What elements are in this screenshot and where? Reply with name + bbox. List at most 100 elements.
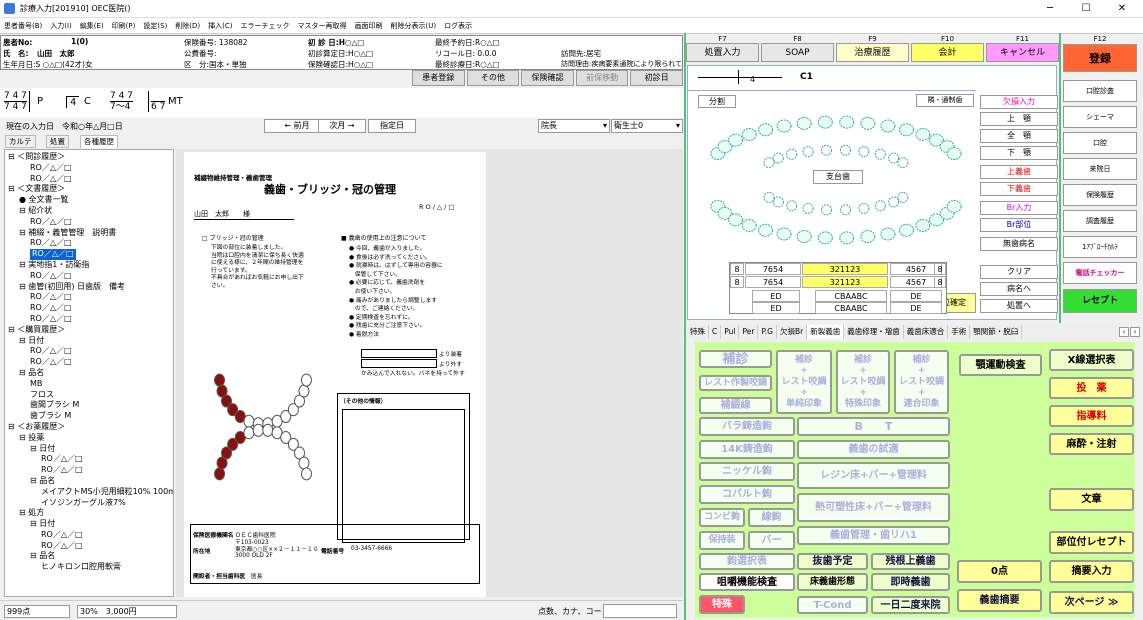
menu-log[interactable]: ログ表示 — [444, 21, 472, 31]
tooth-grid-cell[interactable]: 8 — [934, 276, 946, 288]
tree-node[interactable]: RO／△／□ — [8, 249, 170, 260]
special-button[interactable]: 特殊 — [699, 595, 745, 614]
tree-node[interactable]: ● 全文書一覧 — [8, 195, 170, 206]
f12-register-button[interactable]: 登録 — [1063, 44, 1137, 72]
rest-create-button[interactable]: レスト作製咬調 — [699, 375, 772, 391]
primary-tooth-marker[interactable] — [874, 200, 886, 212]
menu-settings[interactable]: 設定(S) — [143, 21, 167, 31]
tooth-grid-cell[interactable]: 7654 — [745, 263, 801, 275]
extraction-plan-button[interactable]: 抜歯予定 — [797, 553, 868, 570]
k14-clasp-button[interactable]: 14K鋳造鉤 — [699, 440, 795, 459]
dental-side-button[interactable]: 全 顎 — [980, 129, 1058, 143]
dental-side-button[interactable]: Br入力 — [980, 201, 1058, 215]
maximize-icon[interactable]: ☐ — [1068, 0, 1104, 18]
denture-summary-button[interactable]: 義歯摘要 — [957, 589, 1042, 612]
tab-karte[interactable]: カルテ — [5, 135, 36, 148]
primary-tooth-marker[interactable] — [820, 144, 832, 156]
tooth-marker[interactable] — [741, 127, 757, 141]
menu-print[interactable]: 印刷(P) — [112, 21, 136, 31]
tooth-marker[interactable] — [776, 119, 792, 133]
menu-screen-print[interactable]: 画面印刷 — [355, 21, 383, 31]
immediate-denture-button[interactable]: 即時義歯 — [871, 573, 950, 591]
xray-table-button[interactable]: X線選択表 — [1049, 349, 1134, 371]
primary-tooth-marker[interactable] — [888, 152, 900, 164]
tree-node[interactable]: ⊟ ＜文書履歴＞ — [8, 184, 170, 195]
insurance-history-button[interactable]: 保険履歴 — [1063, 184, 1137, 206]
cobalt-clasp-button[interactable]: コバルト鉤 — [699, 485, 795, 504]
dental-side-button[interactable]: Br部位 — [980, 218, 1058, 232]
tree-node[interactable]: メイアクトMS小児用細粒10% 100m — [8, 487, 173, 498]
next-page-button[interactable]: 次ページ ≫ — [1049, 591, 1134, 614]
part-receipt-button[interactable]: 部位付レセプト — [1049, 531, 1134, 554]
tab-scroll-left-icon[interactable]: ‹ — [1119, 327, 1129, 337]
pillar-tooth-button[interactable]: 支台歯 — [813, 170, 863, 184]
menu-patient[interactable]: 患者番号(B) — [4, 21, 42, 31]
tree-node[interactable]: RO／△／□ — [8, 346, 170, 357]
tooth-grid-cell[interactable]: 8 — [730, 276, 744, 288]
rest-special-button[interactable]: 補診 + レスト咬調 + 特殊印象 — [836, 350, 890, 414]
primary-tooth-marker[interactable] — [763, 157, 775, 169]
search-input[interactable] — [603, 604, 677, 618]
oral-button[interactable]: 口腔 — [1063, 132, 1137, 154]
primary-tooth-marker[interactable] — [840, 144, 852, 156]
approach-karte-button[interactable]: 1ｱﾌﾞﾛｰﾁｶﾙﾃ — [1063, 236, 1137, 258]
tooth-marker[interactable] — [796, 230, 812, 244]
tree-node[interactable]: ⊟ 実地指1・訪衛指 — [8, 260, 170, 271]
primary-tooth-marker[interactable] — [858, 202, 870, 214]
tree-node[interactable]: ⊟ 処方 — [8, 508, 170, 519]
tooth-marker[interactable] — [758, 123, 774, 137]
primary-tooth-marker[interactable] — [840, 204, 852, 216]
tooth-marker[interactable] — [796, 116, 812, 130]
tree-node[interactable]: RO／△／□ — [8, 217, 170, 228]
visit-date-button[interactable]: 来院日 — [1063, 158, 1137, 180]
residual-root-denture-button[interactable]: 残根上義歯 — [871, 553, 950, 570]
tree-node[interactable]: フロス — [8, 390, 170, 401]
tooth-grid-cell[interactable]: 321123 — [802, 263, 888, 275]
tooth-marker[interactable] — [915, 127, 931, 141]
bt-button[interactable]: B T — [797, 417, 950, 436]
other-button[interactable]: その他 — [466, 70, 520, 86]
rest-simple-button[interactable]: 補診 + レスト咬調 + 単純印象 — [776, 350, 832, 414]
primary-tooth-marker[interactable] — [763, 191, 775, 203]
tooth-grid-cell[interactable]: 321123 — [802, 276, 888, 288]
treatment-tab[interactable]: Per — [739, 325, 759, 339]
primary-tooth-marker[interactable] — [888, 196, 900, 208]
bar2-button[interactable]: バー — [748, 531, 795, 550]
tree-node[interactable]: RO／△／□ — [8, 238, 170, 249]
menu-show-deleted[interactable]: 削除分表示(U) — [391, 21, 437, 31]
primary-tooth-marker[interactable] — [802, 146, 814, 158]
dental-side-button[interactable]: 下 顎 — [980, 146, 1058, 160]
dental-side-button[interactable]: 処置へ — [980, 299, 1058, 313]
tooth-marker[interactable] — [880, 119, 896, 133]
tree-node[interactable]: RO／△／□ — [8, 314, 170, 325]
tooth-marker[interactable] — [946, 199, 962, 213]
nickel-clasp-button[interactable]: ニッケル鉤 — [699, 462, 795, 481]
tooth-grid-cell[interactable]: DE — [890, 290, 942, 302]
primary-tooth-marker[interactable] — [820, 204, 832, 216]
combi-clasp-button[interactable]: コンビ鉤 — [699, 508, 745, 527]
jaw-movement-test-button[interactable]: 顎運動検査 — [959, 354, 1042, 376]
tree-node[interactable]: ⊟ 紹介状 — [8, 206, 170, 217]
treatment-tab[interactable]: 義歯修理・増歯 — [844, 325, 904, 339]
tooth-marker[interactable] — [898, 223, 914, 237]
tree-node[interactable]: ⊟ 品名 — [8, 551, 170, 562]
close-icon[interactable]: ✕ — [1104, 0, 1140, 18]
tree-node[interactable]: RO／△／□ — [8, 292, 170, 303]
tooth-grid-cell[interactable]: ED — [752, 302, 800, 314]
treatment-tab[interactable]: 欠損Br — [777, 325, 808, 339]
tree-node[interactable]: RO／△／□ — [8, 465, 170, 476]
tooth-grid-cell[interactable]: DE — [890, 302, 942, 314]
next-month-button[interactable]: 次月 → — [318, 119, 366, 133]
treatment-tab[interactable]: C — [709, 325, 722, 339]
dental-side-button[interactable]: 上義歯 — [980, 165, 1058, 179]
resin-base-button[interactable]: レジン床+バー+管理料 — [797, 462, 950, 489]
medication-button[interactable]: 投 薬 — [1049, 377, 1134, 399]
guidance-fee-button[interactable]: 指導料 — [1049, 405, 1134, 427]
primary-tooth-marker[interactable] — [802, 202, 814, 214]
minimize-icon[interactable]: ─ — [1032, 0, 1068, 18]
tree-node[interactable]: ⊟ ＜問診履歴＞ — [8, 152, 170, 163]
schema-button[interactable]: シェーマ — [1063, 106, 1137, 128]
menu-delete[interactable]: 削除(D) — [175, 21, 200, 31]
tooth-marker[interactable] — [728, 133, 744, 147]
tree-node[interactable]: ⊟ 品名 — [8, 476, 170, 487]
